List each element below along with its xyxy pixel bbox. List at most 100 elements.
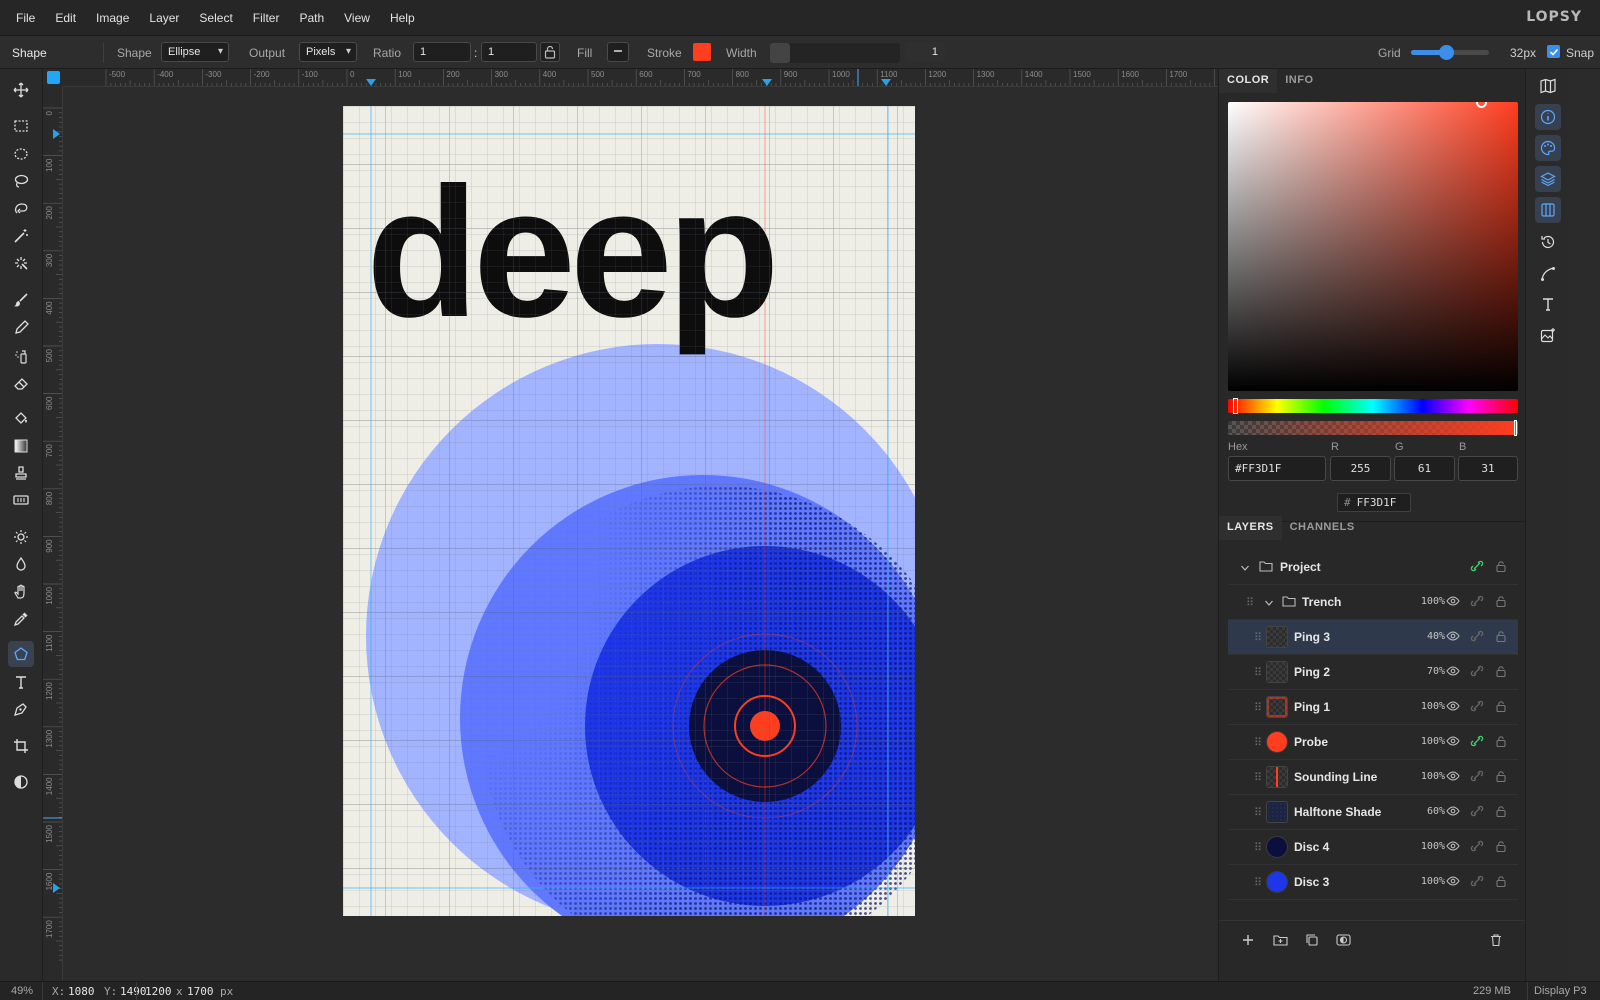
eye-icon[interactable] (1446, 594, 1460, 608)
drag-handle-icon[interactable]: ⠿ (1254, 806, 1262, 819)
tool-stamp[interactable] (8, 460, 34, 486)
guide-marker[interactable] (53, 883, 60, 893)
eye-icon[interactable] (1446, 664, 1460, 678)
horizontal-ruler[interactable]: -500 -400 -300 -200 -100 0 100 200 300 400 500 600 7… (63, 69, 1218, 87)
tab-color[interactable]: COLOR (1219, 69, 1278, 93)
hex-input[interactable]: #FF3D1F (1228, 456, 1326, 481)
shape-select[interactable]: Ellipse ▾ (161, 42, 229, 62)
g-input[interactable]: 61 (1394, 456, 1455, 481)
link-icon[interactable] (1470, 629, 1484, 643)
tool-text[interactable] (8, 669, 34, 695)
drag-handle-icon[interactable]: ⠿ (1254, 841, 1262, 854)
tool-patch[interactable] (8, 487, 34, 513)
eye-icon[interactable] (1446, 734, 1460, 748)
tool-shape[interactable] (8, 641, 34, 667)
menu-filter[interactable]: Filter (237, 11, 280, 25)
tab-channels[interactable]: CHANNELS (1282, 516, 1363, 540)
color-field[interactable] (1228, 102, 1518, 391)
eye-icon[interactable] (1446, 699, 1460, 713)
image-panel-button[interactable] (1535, 322, 1561, 348)
layer-row[interactable]: ⠿ Ping 3 40% (1228, 620, 1518, 655)
width-slider[interactable] (770, 43, 900, 63)
current-color-chip[interactable]: # FF3D1F (1337, 493, 1411, 512)
link-icon[interactable] (1470, 874, 1484, 888)
lock-icon[interactable] (1494, 594, 1508, 608)
ratio-lock-button[interactable] (540, 42, 560, 62)
link-icon[interactable] (1470, 769, 1484, 783)
tool-lasso[interactable] (8, 168, 34, 194)
eye-icon[interactable] (1446, 804, 1460, 818)
width-input[interactable]: 1 (905, 42, 945, 62)
menu-select[interactable]: Select (183, 11, 232, 25)
lock-icon[interactable] (1494, 804, 1508, 818)
guide-marker[interactable] (881, 79, 891, 86)
layer-row[interactable]: ⠿ Probe 100% (1228, 725, 1518, 760)
guide-marker[interactable] (762, 79, 772, 86)
hue-slider-handle[interactable] (1233, 398, 1238, 414)
link-icon[interactable] (1470, 664, 1484, 678)
add-layer-button[interactable] (1241, 933, 1255, 950)
tool-eyedropper[interactable] (8, 606, 34, 632)
canvas-viewport[interactable]: deep (63, 87, 1218, 980)
fill-none-button[interactable] (607, 42, 629, 62)
tab-layers[interactable]: LAYERS (1219, 516, 1282, 540)
add-group-button[interactable] (1273, 933, 1288, 950)
drag-handle-icon[interactable]: ⠿ (1254, 876, 1262, 889)
tool-brush[interactable] (8, 287, 34, 313)
ruler-origin-marker[interactable] (47, 71, 60, 84)
tool-eraser[interactable] (8, 370, 34, 396)
zoom-level[interactable]: 49% (11, 985, 33, 997)
link-icon[interactable] (1470, 594, 1484, 608)
drag-handle-icon[interactable]: ⠿ (1254, 631, 1262, 644)
grid-size-slider[interactable] (1411, 45, 1489, 60)
drag-handle-icon[interactable]: ⠿ (1254, 701, 1262, 714)
menu-edit[interactable]: Edit (39, 11, 76, 25)
menu-view[interactable]: View (328, 11, 370, 25)
tool-fill-bucket[interactable] (8, 405, 34, 431)
layer-row[interactable]: ⠿ Disc 4 100% (1228, 830, 1518, 865)
lock-icon[interactable] (1494, 559, 1508, 573)
color-panel-button[interactable] (1535, 135, 1561, 161)
duplicate-layer-button[interactable] (1305, 933, 1319, 950)
tool-dodge[interactable] (8, 524, 34, 550)
link-icon[interactable] (1470, 804, 1484, 818)
tool-blur[interactable] (8, 551, 34, 577)
guide-marker[interactable] (53, 129, 60, 139)
tool-magnetic-lasso[interactable] (8, 196, 34, 222)
layers-panel-button[interactable] (1535, 166, 1561, 192)
eye-icon[interactable] (1446, 769, 1460, 783)
menu-file[interactable]: File (0, 11, 35, 25)
chevron-down-icon[interactable] (1264, 598, 1274, 608)
lock-icon[interactable] (1494, 734, 1508, 748)
channels-panel-button[interactable] (1535, 197, 1561, 223)
menu-layer[interactable]: Layer (133, 11, 179, 25)
alpha-slider-handle[interactable] (1514, 420, 1517, 436)
layer-row[interactable]: ⠿ Ping 2 70% (1228, 655, 1518, 690)
link-icon[interactable] (1470, 734, 1484, 748)
lock-icon[interactable] (1494, 839, 1508, 853)
layer-row[interactable]: ⠿ Sounding Line 100% (1228, 760, 1518, 795)
menu-path[interactable]: Path (283, 11, 324, 25)
paths-panel-button[interactable] (1535, 261, 1561, 287)
layer-row[interactable]: ⠿ Disc 3 100% (1228, 865, 1518, 900)
lock-icon[interactable] (1494, 874, 1508, 888)
character-panel-button[interactable] (1535, 291, 1561, 317)
lock-icon[interactable] (1494, 769, 1508, 783)
layer-group-trench[interactable]: ⠿ Trench 100% (1228, 585, 1518, 620)
drag-handle-icon[interactable]: ⠿ (1254, 666, 1262, 679)
artboard[interactable]: deep (343, 106, 915, 916)
tool-spray[interactable] (8, 343, 34, 369)
guide-marker[interactable] (366, 79, 376, 86)
lock-icon[interactable] (1494, 699, 1508, 713)
layer-row[interactable]: ⠿ Ping 1 100% (1228, 690, 1518, 725)
eye-icon[interactable] (1446, 839, 1460, 853)
tool-pen[interactable] (8, 696, 34, 722)
width-slider-handle[interactable] (770, 43, 790, 63)
lock-icon[interactable] (1494, 629, 1508, 643)
b-input[interactable]: 31 (1458, 456, 1518, 481)
grid-slider-handle[interactable] (1439, 45, 1455, 60)
ratio-width-input[interactable]: 1 (413, 42, 471, 62)
drag-handle-icon[interactable]: ⠿ (1254, 736, 1262, 749)
eye-icon[interactable] (1446, 629, 1460, 643)
output-select[interactable]: Pixels ▾ (299, 42, 357, 62)
